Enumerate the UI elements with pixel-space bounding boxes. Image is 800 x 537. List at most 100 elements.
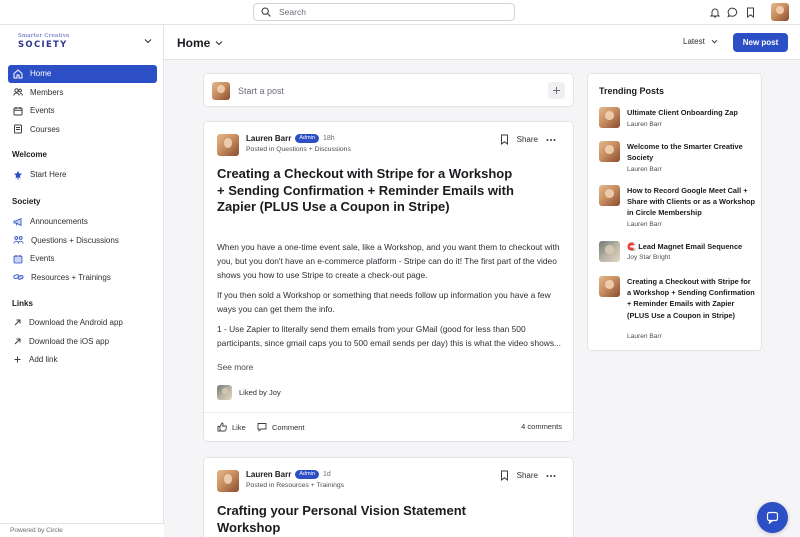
sidebar-item-label: Courses bbox=[30, 124, 60, 134]
main-nav: Home Members Events Courses bbox=[8, 65, 157, 139]
post-composer[interactable]: Start a post bbox=[203, 73, 574, 107]
trending-item-author: Lauren Barr bbox=[627, 121, 662, 128]
brand-line2: SOCIETY bbox=[18, 39, 68, 50]
section-title-society: Society bbox=[12, 197, 41, 206]
post-title[interactable]: Creating a Checkout with Stripe for a Wo… bbox=[217, 166, 517, 216]
post-card: Lauren Barr Admin 18h Posted in Question… bbox=[203, 121, 574, 442]
sidebar-item-courses[interactable]: Courses bbox=[8, 121, 157, 139]
calendar-icon bbox=[13, 254, 23, 264]
page-title[interactable]: Home bbox=[177, 36, 223, 50]
avatar bbox=[599, 185, 620, 206]
post-author[interactable]: Lauren Barr bbox=[246, 470, 291, 479]
trending-item-title[interactable]: Ultimate Client Onboarding Zap bbox=[627, 107, 755, 118]
sidebar-link-android[interactable]: Download the Android app bbox=[8, 314, 157, 332]
like-button[interactable]: Like bbox=[217, 422, 246, 432]
bookmark-icon[interactable] bbox=[745, 7, 756, 18]
section-title-links: Links bbox=[12, 299, 33, 308]
add-post-button[interactable] bbox=[548, 82, 565, 99]
trending-item-author: Lauren Barr bbox=[627, 221, 662, 228]
sidebar-item-label: Members bbox=[30, 87, 64, 97]
liked-by-text: Liked by Joy bbox=[239, 388, 281, 397]
bell-icon[interactable] bbox=[709, 7, 720, 18]
admin-badge: Admin bbox=[295, 134, 319, 143]
trending-title: Trending Posts bbox=[599, 86, 665, 96]
sidebar-item-label: Download the Android app bbox=[29, 318, 123, 328]
trending-item-title[interactable]: Welcome to the Smarter Creative Society bbox=[627, 141, 755, 163]
search-input[interactable]: Search bbox=[253, 3, 515, 21]
bookmark-icon[interactable] bbox=[500, 134, 509, 145]
search-placeholder: Search bbox=[279, 7, 306, 17]
sidebar-link-ios[interactable]: Download the iOS app bbox=[8, 333, 157, 351]
comments-count[interactable]: 4 comments bbox=[521, 422, 562, 431]
admin-badge: Admin bbox=[295, 470, 319, 479]
post-footer: Like Comment 4 comments bbox=[204, 412, 573, 440]
star-pin-icon bbox=[14, 170, 22, 180]
sidebar-item-questions-discussions[interactable]: Questions + Discussions bbox=[8, 232, 157, 250]
post-time: 18h bbox=[322, 135, 335, 142]
sort-dropdown[interactable]: Latest bbox=[683, 37, 718, 46]
sidebar-item-home[interactable]: Home bbox=[8, 65, 157, 83]
sidebar-item-resources-trainings[interactable]: Resources + Trainings bbox=[8, 269, 157, 287]
posted-in[interactable]: Posted in Questions + Discussions bbox=[246, 146, 351, 153]
avatar[interactable] bbox=[217, 134, 239, 156]
share-button[interactable]: Share bbox=[500, 134, 538, 145]
sidebar-item-label: Download the iOS app bbox=[29, 336, 110, 346]
chevron-down-icon[interactable] bbox=[144, 38, 152, 44]
post-paragraph: When you have a one-time event sale, lik… bbox=[217, 242, 560, 280]
members-icon bbox=[13, 88, 23, 96]
trending-item-title[interactable]: Creating a Checkout with Stripe for a Wo… bbox=[627, 276, 755, 321]
post-body: When you have a one-time event sale, lik… bbox=[217, 240, 564, 356]
chat-icon[interactable] bbox=[727, 7, 738, 18]
bookmark-icon[interactable] bbox=[500, 470, 509, 481]
sidebar-item-label: Add link bbox=[29, 355, 58, 365]
search-icon bbox=[261, 7, 271, 17]
share-button[interactable]: Share bbox=[500, 470, 538, 481]
section-title-welcome: Welcome bbox=[12, 150, 47, 159]
sidebar-add-link[interactable]: Add link bbox=[8, 351, 157, 369]
posted-in[interactable]: Posted in Resources + Trainings bbox=[246, 482, 344, 489]
more-options-icon[interactable] bbox=[546, 474, 556, 478]
discussion-icon bbox=[13, 236, 24, 244]
liked-by[interactable]: Liked by Joy bbox=[217, 385, 281, 400]
trending-item-title[interactable]: How to Record Google Meet Call + Share w… bbox=[627, 185, 755, 219]
avatar[interactable] bbox=[217, 470, 239, 492]
calendar-icon bbox=[13, 106, 23, 116]
comment-icon bbox=[257, 423, 267, 432]
home-icon bbox=[13, 69, 23, 79]
top-bar: Search bbox=[0, 0, 800, 25]
chat-icon bbox=[766, 511, 779, 524]
new-post-button[interactable]: New post bbox=[733, 33, 788, 52]
user-avatar[interactable] bbox=[771, 3, 789, 21]
avatar bbox=[599, 276, 620, 297]
avatar bbox=[599, 241, 620, 262]
avatar bbox=[599, 141, 620, 162]
page-title-text: Home bbox=[177, 36, 211, 50]
sidebar-item-society-events[interactable]: Events bbox=[8, 250, 157, 268]
sidebar: Smarter Creative SOCIETY Home Members Ev… bbox=[0, 25, 164, 537]
see-more-link[interactable]: See more bbox=[217, 362, 253, 372]
plus-icon bbox=[14, 356, 21, 363]
sidebar-item-label: Start Here bbox=[30, 170, 67, 180]
welcome-group: Start Here bbox=[8, 166, 157, 185]
trending-item-author: Lauren Barr bbox=[627, 333, 662, 340]
post-paragraph: 1 - Use Zapier to literally send them em… bbox=[217, 324, 562, 348]
comment-button[interactable]: Comment bbox=[257, 422, 305, 432]
brand-line1: Smarter Creative bbox=[18, 33, 70, 39]
external-link-icon bbox=[14, 338, 21, 345]
post-title[interactable]: Crafting your Personal Vision Statement … bbox=[217, 503, 517, 536]
post-paragraph: If you then sold a Workshop or something… bbox=[217, 290, 551, 314]
powered-by[interactable]: Powered by Circle bbox=[0, 523, 164, 537]
sidebar-item-members[interactable]: Members bbox=[8, 84, 157, 102]
brand-logo[interactable]: Smarter Creative SOCIETY bbox=[18, 33, 70, 50]
trending-posts-panel: Trending Posts Ultimate Client Onboardin… bbox=[587, 73, 762, 351]
sidebar-item-start-here[interactable]: Start Here bbox=[8, 166, 157, 184]
sidebar-item-events[interactable]: Events bbox=[8, 102, 157, 120]
plus-icon bbox=[553, 87, 560, 94]
chat-widget-button[interactable] bbox=[757, 502, 788, 533]
avatar bbox=[599, 107, 620, 128]
post-author[interactable]: Lauren Barr bbox=[246, 134, 291, 143]
more-options-icon[interactable] bbox=[546, 138, 556, 142]
sidebar-item-announcements[interactable]: Announcements bbox=[8, 213, 157, 231]
sidebar-item-label: Home bbox=[30, 69, 52, 79]
trending-item-title[interactable]: 🧲 Lead Magnet Email Sequence bbox=[627, 241, 755, 252]
